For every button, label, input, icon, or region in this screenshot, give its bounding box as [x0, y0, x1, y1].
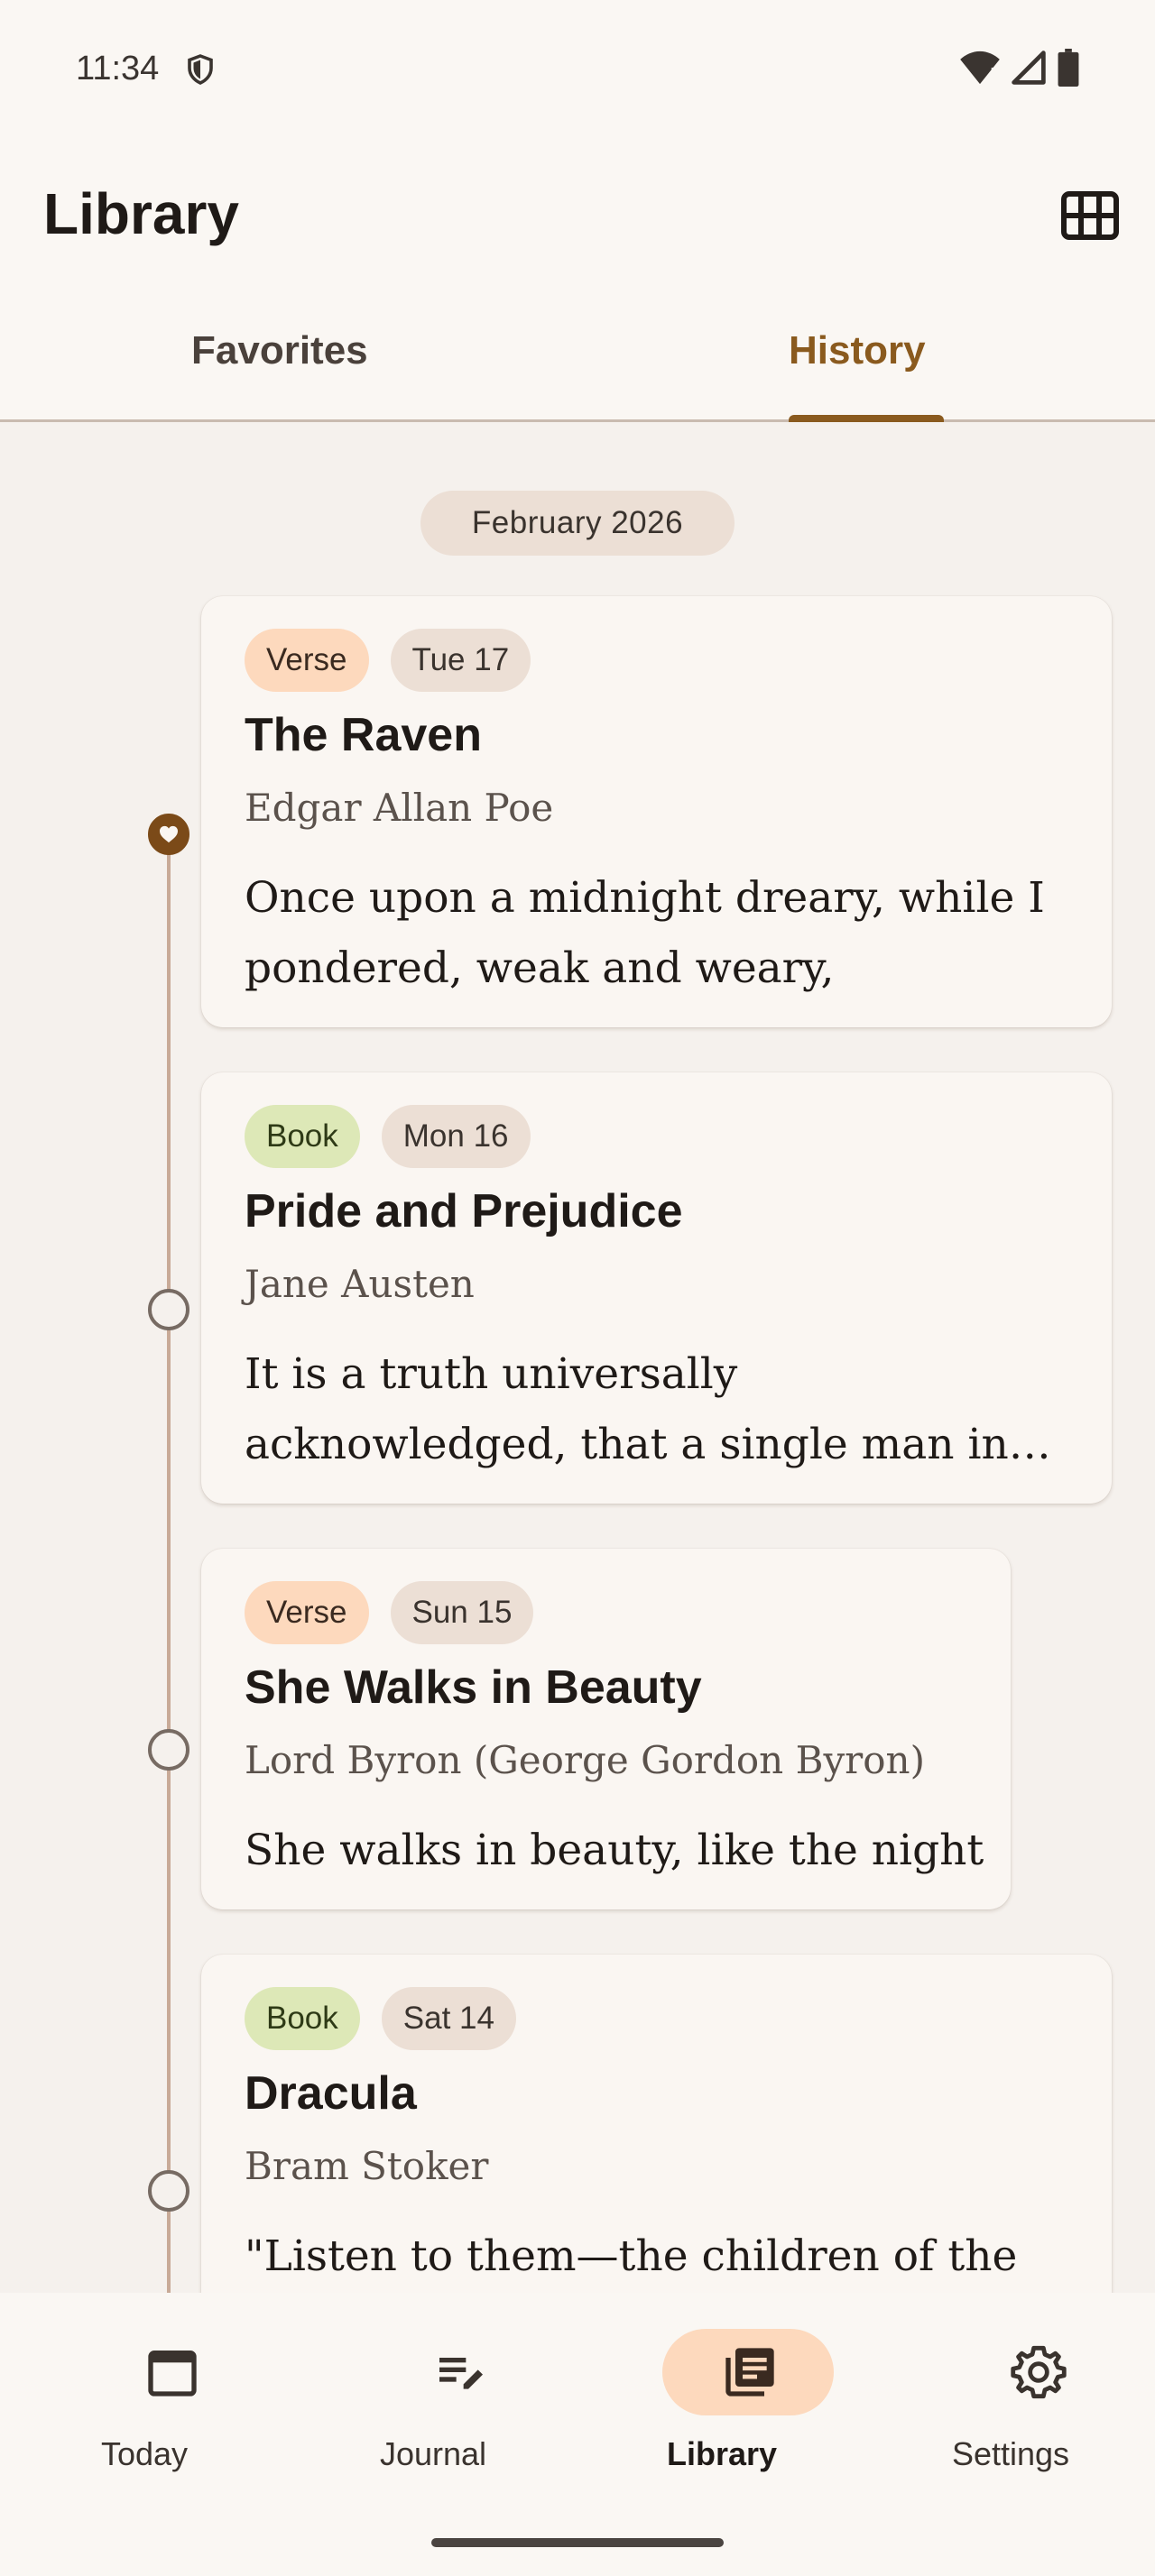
card-excerpt: "Listen to them—the children of the	[245, 2231, 1018, 2281]
timeline-dot	[148, 1289, 189, 1330]
card-author: Edgar Allan Poe	[245, 786, 554, 830]
shield-icon	[188, 54, 213, 85]
card-title: She Walks in Beauty	[245, 1661, 702, 1714]
nav-label: Today	[100, 2435, 189, 2472]
date-chip: Tue 17	[390, 629, 531, 692]
tab-bar: Favorites History	[0, 307, 1155, 422]
history-card[interactable]: Book Mon 16 Pride and Prejudice Jane Aus…	[201, 1072, 1112, 1504]
type-chip: Verse	[245, 629, 369, 692]
library-books-icon	[725, 2348, 774, 2397]
date-chip: Sun 15	[390, 1581, 534, 1644]
date-chip: Mon 16	[381, 1105, 531, 1168]
grid-view-icon[interactable]	[1061, 191, 1119, 240]
nav-item-today[interactable]: Today	[0, 2293, 289, 2509]
bottom-navigation: Today Journal Library Settings	[0, 2293, 1155, 2576]
date-chip: Sat 14	[381, 1987, 516, 2050]
nav-item-library[interactable]: Library	[578, 2293, 866, 2509]
calendar-icon	[148, 2351, 197, 2397]
nav-label: Library	[666, 2435, 778, 2472]
card-excerpt: She walks in beauty, like the night	[245, 1826, 984, 1875]
history-card[interactable]: Verse Sun 15 She Walks in Beauty Lord By…	[201, 1549, 1011, 1909]
nav-label: Journal	[379, 2435, 487, 2472]
tab-favorites[interactable]: Favorites	[191, 328, 368, 373]
cellular-signal-icon	[1012, 51, 1046, 85]
timeline-line	[167, 833, 171, 2295]
home-indicator[interactable]	[431, 2538, 724, 2547]
status-time: 11:34	[76, 50, 160, 87]
gear-icon	[1011, 2345, 1067, 2399]
card-excerpt: Once upon a midnight dreary, while I pon…	[245, 873, 1045, 993]
type-chip: Book	[245, 1105, 360, 1168]
card-title: Dracula	[245, 2067, 417, 2120]
card-author: Lord Byron (George Gordon Byron)	[245, 1738, 925, 1782]
nav-label: Settings	[951, 2435, 1070, 2472]
battery-icon	[1058, 49, 1079, 87]
favorite-timeline-dot	[148, 814, 189, 855]
card-title: The Raven	[245, 709, 482, 761]
tab-history[interactable]: History	[789, 328, 926, 373]
nav-item-journal[interactable]: Journal	[289, 2293, 578, 2509]
heart-icon	[160, 825, 178, 843]
status-icons	[960, 49, 1079, 87]
timeline-dot	[148, 2170, 189, 2212]
nav-item-settings[interactable]: Settings	[866, 2293, 1155, 2509]
timeline-dot	[148, 1729, 189, 1771]
card-title: Pride and Prejudice	[245, 1185, 683, 1237]
tab-indicator	[789, 415, 944, 422]
card-author: Bram Stoker	[245, 2144, 489, 2188]
type-chip: Book	[245, 1987, 360, 2050]
card-excerpt: It is a truth universally acknowledged, …	[245, 1349, 1009, 1469]
type-chip: Verse	[245, 1581, 369, 1644]
month-header: February 2026	[420, 491, 735, 556]
history-card[interactable]: Verse Tue 17 The Raven Edgar Allan Poe O…	[201, 596, 1112, 1027]
card-author: Jane Austen	[245, 1262, 475, 1306]
edit-notes-icon	[439, 2358, 483, 2389]
top-app-area: 11:34 Library Favorites History	[0, 0, 1155, 422]
wifi-icon	[960, 51, 1000, 85]
page-title: Library	[43, 181, 239, 246]
